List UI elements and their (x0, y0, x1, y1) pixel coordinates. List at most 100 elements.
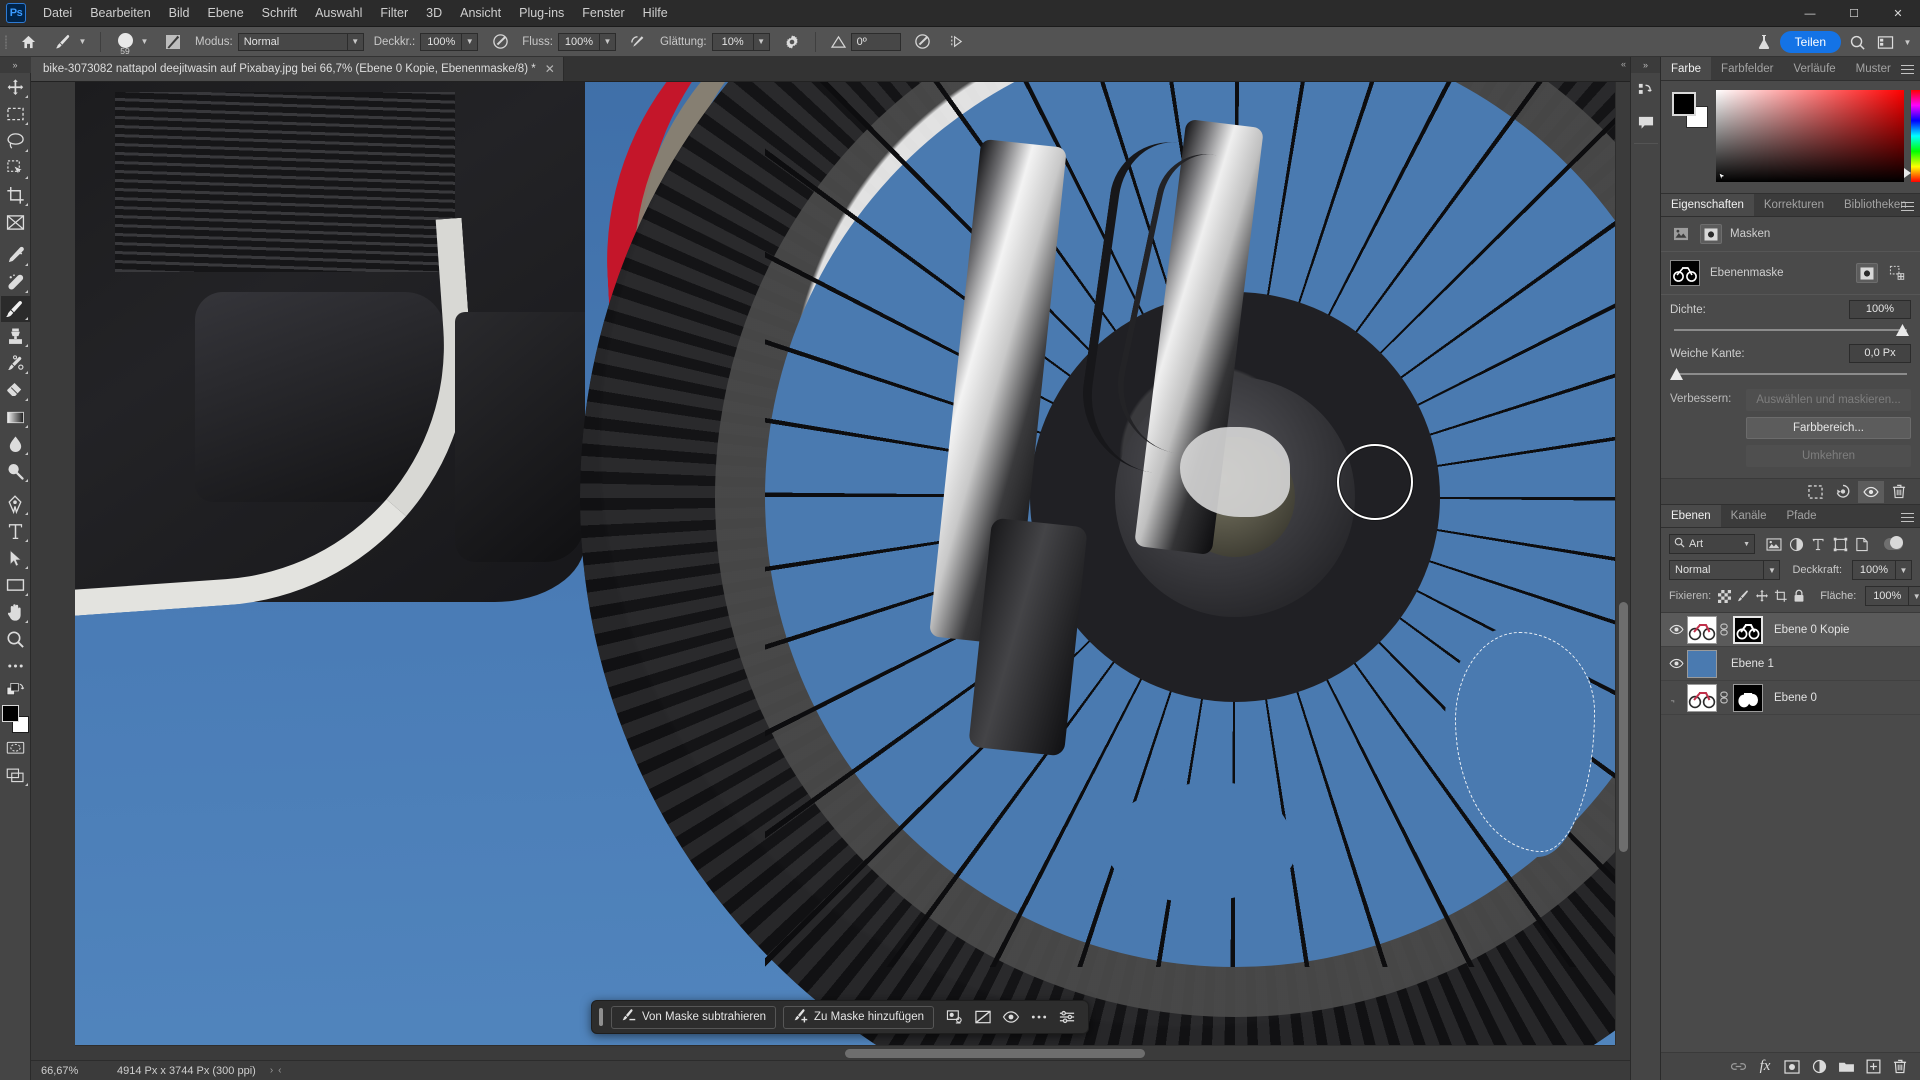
more-options-icon[interactable] (1028, 1005, 1050, 1029)
tab-eigenschaften[interactable]: Eigenschaften (1661, 194, 1754, 216)
tab-verlaeufe[interactable]: Verläufe (1783, 57, 1845, 80)
menu-item-auswahl[interactable]: Auswahl (306, 0, 371, 27)
layer-row-ebene-0[interactable]: Ebene 0 (1661, 681, 1920, 715)
tool-dodge[interactable] (1, 458, 30, 484)
brush-settings-button[interactable] (156, 27, 190, 57)
smoothing-options-button[interactable] (775, 27, 809, 57)
tool-brush[interactable] (0, 296, 30, 322)
add-mask-icon[interactable] (1780, 1056, 1804, 1078)
angle-value[interactable]: 0º (850, 32, 901, 51)
layer-opacity-input[interactable]: 100% ▼ (1852, 560, 1912, 580)
fx-icon[interactable]: fx (1753, 1056, 1777, 1078)
link-layers-icon[interactable] (1726, 1056, 1750, 1078)
history-icon[interactable] (1632, 77, 1660, 105)
tab-kanaele[interactable]: Kanäle (1721, 505, 1777, 527)
tab-muster[interactable]: Muster (1846, 57, 1901, 80)
layer-row-ebene-1[interactable]: Ebene 1 (1661, 647, 1920, 681)
screen-mode-button[interactable] (1, 762, 30, 788)
foreground-color-swatch[interactable] (1, 705, 19, 722)
vertical-scrollbar[interactable] (1615, 82, 1630, 1045)
task-bar-drag-handle[interactable] (599, 1008, 603, 1026)
tool-zoom[interactable] (1, 626, 30, 652)
status-bar-arrows[interactable]: ›‹ (270, 1065, 287, 1076)
lock-all-icon[interactable] (1793, 587, 1805, 605)
tab-ebenen[interactable]: Ebenen (1661, 505, 1721, 527)
tab-farbe[interactable]: Farbe (1661, 57, 1712, 80)
lab-flask-icon[interactable] (1752, 30, 1776, 54)
tool-hand[interactable] (1, 599, 30, 625)
brush-preset-picker[interactable]: 59 ▼ (107, 27, 156, 57)
select-and-mask-button[interactable]: Auswählen und maskieren... (1746, 389, 1911, 411)
load-selection-icon[interactable] (1802, 481, 1828, 503)
minimize-button[interactable]: — (1788, 0, 1832, 27)
tab-korrekturen[interactable]: Korrekturen (1754, 194, 1834, 216)
pixel-layers-filter-icon[interactable] (1764, 534, 1784, 554)
feather-slider[interactable] (1670, 367, 1911, 381)
layer-mask-thumbnail[interactable] (1733, 683, 1763, 712)
new-layer-icon[interactable] (1861, 1056, 1885, 1078)
tool-clone-stamp[interactable] (1, 323, 30, 349)
color-swatches[interactable] (1, 704, 30, 734)
tabstrip-collapse-icon[interactable]: « (1621, 59, 1626, 69)
status-arrow-left[interactable]: ‹ (278, 1065, 286, 1076)
delete-layer-icon[interactable] (1888, 1056, 1912, 1078)
edit-toolbar-button[interactable] (1, 653, 30, 679)
menu-item-datei[interactable]: Datei (34, 0, 81, 27)
add-vector-mask-icon[interactable] (1886, 263, 1908, 283)
tool-preset-picker[interactable]: ▼ (45, 27, 94, 57)
lock-transparency-icon[interactable] (1718, 587, 1732, 605)
symmetry-button[interactable] (940, 27, 974, 57)
layer-blend-mode-select[interactable]: Normal ▼ (1669, 560, 1781, 580)
workspace-icon[interactable] (1873, 30, 1897, 54)
menu-item-bild[interactable]: Bild (160, 0, 199, 27)
dock-collapse-button[interactable]: » (1630, 57, 1661, 73)
tool-lasso[interactable] (1, 128, 30, 154)
menu-item-3d[interactable]: 3D (417, 0, 451, 27)
select-subject-icon[interactable] (944, 1005, 966, 1029)
new-group-icon[interactable] (1834, 1056, 1858, 1078)
tab-farbfelder[interactable]: Farbfelder (1711, 57, 1783, 80)
sliders-icon[interactable] (1056, 1005, 1078, 1029)
hue-slider[interactable] (1904, 90, 1920, 182)
panel-menu-icon[interactable] (1901, 62, 1914, 77)
menu-item-schrift[interactable]: Schrift (253, 0, 306, 27)
feather-value[interactable]: 0,0 Px (1849, 344, 1911, 363)
opacity-input[interactable]: 100% ▼ (420, 32, 479, 51)
eye-icon[interactable] (1000, 1005, 1022, 1029)
adjustment-layers-filter-icon[interactable] (1786, 534, 1806, 554)
flow-input[interactable]: 100% ▼ (557, 32, 616, 51)
density-value[interactable]: 100% (1849, 300, 1911, 319)
tool-type[interactable] (1, 518, 30, 544)
comment-icon[interactable] (1632, 109, 1660, 137)
close-icon[interactable]: ✕ (545, 62, 555, 76)
tool-gradient[interactable] (1, 404, 30, 430)
tool-path-selection[interactable] (1, 545, 30, 571)
color-field[interactable] (1716, 90, 1904, 182)
mask-thumbnail[interactable] (1670, 260, 1700, 286)
tool-crop[interactable] (1, 182, 30, 208)
invert-button[interactable]: Umkehren (1746, 445, 1911, 467)
tool-rectangular-marquee[interactable] (1, 101, 30, 127)
pixel-mask-icon[interactable] (1670, 224, 1692, 244)
tool-history-brush[interactable] (1, 350, 30, 376)
layer-thumbnail[interactable] (1687, 649, 1717, 678)
layer-filter-select[interactable]: Art ▼ (1669, 534, 1755, 554)
pressure-opacity-button[interactable] (483, 27, 517, 57)
horizontal-scroll-thumb[interactable] (845, 1049, 1145, 1058)
home-button[interactable] (11, 27, 45, 57)
search-icon[interactable] (1845, 30, 1869, 54)
type-layers-filter-icon[interactable] (1808, 534, 1828, 554)
pressure-size-button[interactable] (906, 27, 940, 57)
menu-item-bearbeiten[interactable]: Bearbeiten (81, 0, 159, 27)
layer-visibility-toggle[interactable] (1665, 647, 1687, 681)
layer-visibility-toggle[interactable] (1665, 681, 1687, 715)
trash-icon[interactable] (1886, 481, 1912, 503)
menu-item-filter[interactable]: Filter (371, 0, 417, 27)
tool-spot-healing-brush[interactable] (1, 269, 30, 295)
lock-image-icon[interactable] (1736, 587, 1750, 605)
menu-item-fenster[interactable]: Fenster (573, 0, 633, 27)
tool-eyedropper[interactable] (1, 242, 30, 268)
smart-object-filter-icon[interactable] (1852, 534, 1872, 554)
layer-thumbnail[interactable] (1687, 615, 1717, 644)
add-pixel-mask-icon[interactable] (1856, 263, 1878, 283)
